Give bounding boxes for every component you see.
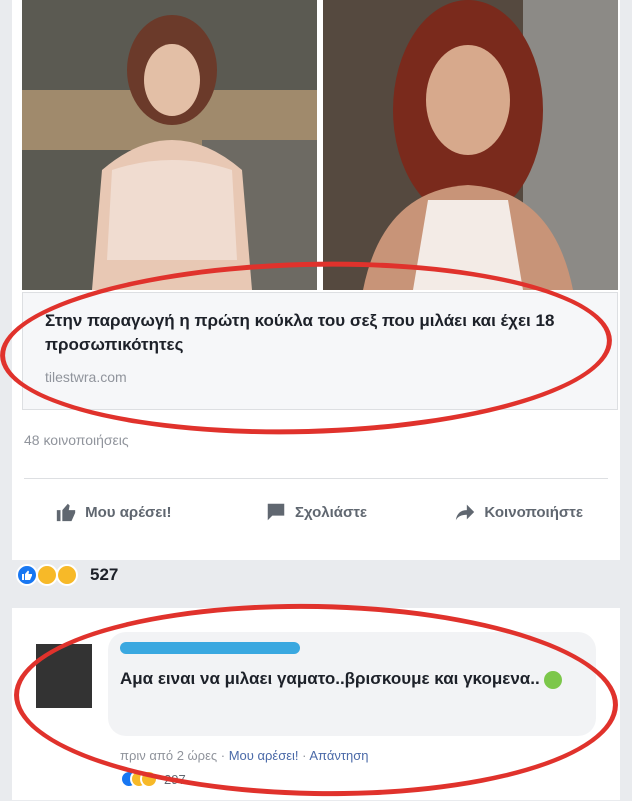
- comment-button[interactable]: Σχολιάστε: [215, 494, 418, 530]
- divider: [24, 478, 608, 479]
- reaction-count: 527: [90, 565, 119, 584]
- link-domain: tilestwra.com: [45, 369, 127, 385]
- comment-reply-link[interactable]: Απάντηση: [309, 748, 368, 763]
- photo-right[interactable]: [323, 0, 618, 290]
- post-photos[interactable]: [22, 0, 618, 290]
- comment-time[interactable]: πριν από 2 ώρες: [120, 748, 217, 763]
- photo-left-image: [22, 0, 317, 290]
- share-arrow-icon: [456, 504, 475, 521]
- avatar[interactable]: [36, 644, 92, 708]
- photo-right-image: [323, 0, 618, 290]
- share-button[interactable]: Κοινοποιήστε: [417, 494, 620, 530]
- comment-label: Σχολιάστε: [294, 503, 368, 521]
- comment-meta: πριν από 2 ώρες · Μου αρέσει! · Απάντηση: [120, 748, 369, 763]
- post-reactions[interactable]: 527: [16, 564, 118, 586]
- comment-reactions[interactable]: 297: [120, 770, 186, 788]
- wow-reaction-icon: [140, 770, 158, 788]
- comment-icon: [267, 503, 285, 521]
- link-preview[interactable]: Στην παραγωγή η πρώτη κούκλα του σεξ που…: [22, 292, 618, 410]
- commenter-name-redacted[interactable]: [120, 642, 300, 654]
- like-label: Μου αρέσει!: [85, 503, 172, 521]
- share-label: Κοινοποιήστε: [484, 503, 583, 521]
- haha-reaction-icon: [36, 564, 58, 586]
- thumbs-up-icon: [56, 503, 76, 522]
- share-count[interactable]: 48 κοινοποιήσεις: [24, 432, 129, 448]
- post-card: Στην παραγωγή η πρώτη κούκλα του σεξ που…: [12, 0, 620, 560]
- wow-reaction-icon: [56, 564, 78, 586]
- comment-reaction-count: 297: [164, 771, 186, 787]
- comment-text-body: Αμα ειναι να μιλαει γαματο..βρισκουμε κα…: [120, 669, 540, 688]
- comment: Αμα ειναι να μιλαει γαματο..βρισκουμε κα…: [12, 608, 620, 800]
- comment-like-link[interactable]: Μου αρέσει!: [229, 748, 299, 763]
- post-actions: Μου αρέσει! Σχολιάστε Κοινοποιήστε: [12, 494, 620, 530]
- comment-bubble: Αμα ειναι να μιλαει γαματο..βρισκουμε κα…: [108, 632, 596, 736]
- grinning-emoji-icon: [543, 670, 562, 689]
- link-title[interactable]: Στην παραγωγή η πρώτη κούκλα του σεξ που…: [45, 309, 605, 357]
- like-button[interactable]: Μου αρέσει!: [12, 494, 215, 530]
- comment-text: Αμα ειναι να μιλαει γαματο..βρισκουμε κα…: [120, 664, 590, 694]
- photo-left[interactable]: [22, 0, 317, 290]
- like-reaction-icon: [16, 564, 38, 586]
